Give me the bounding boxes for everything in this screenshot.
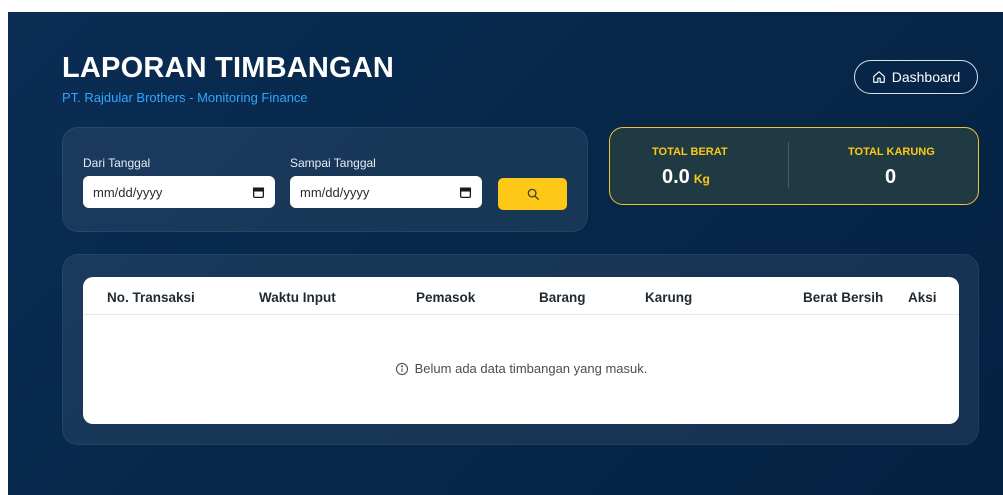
column-header-no-transaksi: No. Transaksi [107, 290, 195, 305]
column-header-karung: Karung [645, 290, 693, 305]
total-sacks-value: 0 [885, 166, 897, 188]
table-panel: No. Transaksi Waktu Input Pemasok Barang… [62, 254, 979, 445]
empty-state: Belum ada data timbangan yang masuk. [83, 361, 959, 376]
from-date-input[interactable]: mm/dd/yyyy [83, 176, 275, 208]
column-header-barang: Barang [539, 290, 586, 305]
dashboard-button-label: Dashboard [891, 69, 961, 85]
search-button[interactable] [498, 178, 567, 210]
info-icon [395, 362, 408, 375]
calendar-icon[interactable] [252, 186, 265, 199]
column-header-berat-bersih: Berat Bersih [803, 290, 884, 305]
app-frame: LAPORAN TIMBANGAN PT. Rajdular Brothers … [8, 12, 1003, 495]
to-date-input[interactable]: mm/dd/yyyy [290, 176, 482, 208]
total-sacks-label: TOTAL KARUNG [848, 146, 935, 158]
home-icon [872, 71, 885, 83]
total-weight-number: 0.0 [662, 166, 690, 188]
from-date-label: Dari Tanggal [83, 156, 151, 170]
column-header-pemasok: Pemasok [416, 290, 476, 305]
search-icon [527, 188, 539, 200]
dashboard-button[interactable]: Dashboard [854, 60, 978, 94]
page-subtitle: PT. Rajdular Brothers - Monitoring Finan… [62, 90, 308, 105]
transactions-table: No. Transaksi Waktu Input Pemasok Barang… [83, 277, 959, 424]
total-weight-value: 0.0 Kg [662, 166, 710, 189]
column-header-waktu-input: Waktu Input [259, 290, 336, 305]
from-date-value: mm/dd/yyyy [93, 184, 163, 200]
to-date-label: Sampai Tanggal [290, 156, 376, 170]
calendar-icon[interactable] [459, 186, 472, 199]
page-title: LAPORAN TIMBANGAN [62, 52, 395, 84]
totals-card: TOTAL BERAT 0.0 Kg TOTAL KARUNG 0 [609, 127, 979, 205]
table-header-divider [83, 314, 959, 315]
filter-card: Dari Tanggal mm/dd/yyyy Sampai Tanggal m… [62, 127, 588, 232]
empty-state-message: Belum ada data timbangan yang masuk. [414, 361, 648, 376]
total-weight-label: TOTAL BERAT [652, 146, 728, 158]
totals-divider [788, 142, 789, 188]
weight-unit: Kg [693, 172, 710, 186]
to-date-value: mm/dd/yyyy [300, 184, 370, 200]
column-header-aksi: Aksi [908, 290, 937, 305]
